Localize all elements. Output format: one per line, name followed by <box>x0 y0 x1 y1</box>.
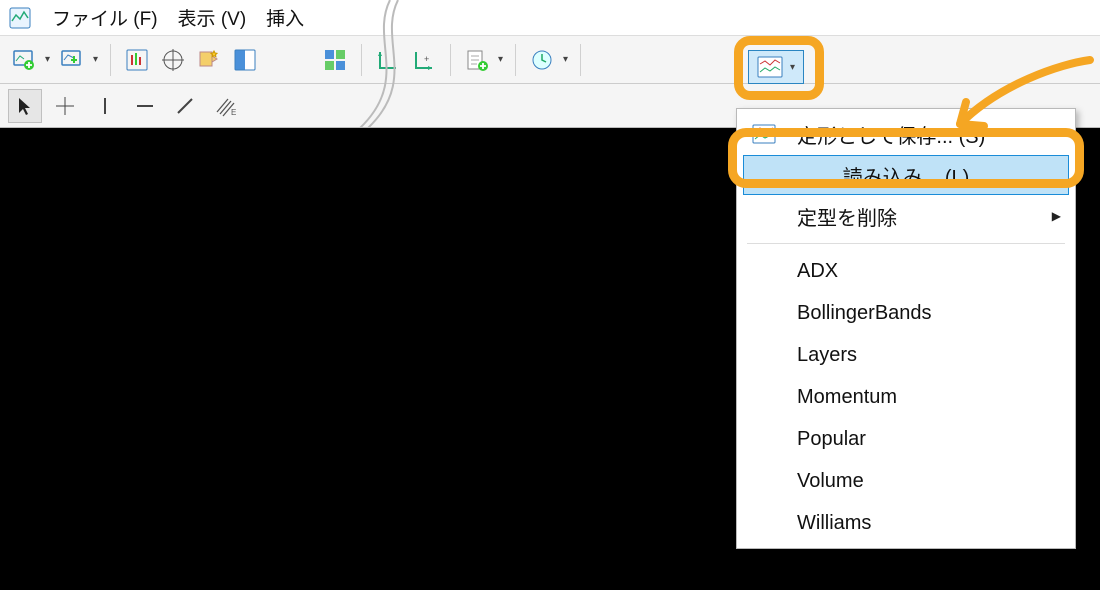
menu-view[interactable]: 表示 (V) <box>178 4 247 31</box>
menu-insert[interactable]: 挿入 <box>266 4 304 31</box>
periodicity-button[interactable] <box>526 44 558 76</box>
axis-left-button[interactable] <box>372 44 404 76</box>
menu-separator <box>747 243 1065 244</box>
menu-load-label: 読み込み... (L) <box>843 161 970 190</box>
menubar: ファイル (F) 表示 (V) 挿入 <box>0 0 1100 36</box>
new-chart-button[interactable] <box>8 44 40 76</box>
separator <box>361 44 362 76</box>
template-item-volume[interactable]: Volume <box>737 460 1075 502</box>
cursor-tool[interactable] <box>8 89 42 123</box>
app-icon <box>8 6 32 30</box>
menu-save-template[interactable]: 定形として保存... (S) <box>737 113 1075 155</box>
submenu-arrow-icon: ▶ <box>1052 209 1061 223</box>
menu-file[interactable]: ファイル (F) <box>52 4 158 31</box>
equidistant-channel-tool[interactable]: E <box>208 89 242 123</box>
separator <box>580 44 581 76</box>
add-indicator-button[interactable] <box>461 44 493 76</box>
menu-delete-template[interactable]: 定型を削除 ▶ <box>737 195 1075 237</box>
template-item-williams[interactable]: Williams <box>737 502 1075 544</box>
template-icon <box>751 121 777 147</box>
menu-delete-label: 定型を削除 <box>797 202 897 231</box>
axis-right-button[interactable]: + <box>408 44 440 76</box>
separator <box>110 44 111 76</box>
separator <box>515 44 516 76</box>
favorites-button[interactable] <box>193 44 225 76</box>
template-dropdown-button[interactable] <box>748 50 804 84</box>
template-item-adx[interactable]: ADX <box>737 250 1075 292</box>
template-menu: 定形として保存... (S) 読み込み... (L) 定型を削除 ▶ ADX B… <box>736 108 1076 549</box>
toolbar: + <box>0 36 1100 84</box>
template-item-popular[interactable]: Popular <box>737 418 1075 460</box>
crosshair-button[interactable] <box>157 44 189 76</box>
separator <box>450 44 451 76</box>
chart-shift-button[interactable] <box>56 44 88 76</box>
horizontal-line-tool[interactable] <box>128 89 162 123</box>
template-item-momentum[interactable]: Momentum <box>737 376 1075 418</box>
svg-text:E: E <box>231 108 236 117</box>
docking-button[interactable] <box>229 44 261 76</box>
menu-load-template[interactable]: 読み込み... (L) <box>743 155 1069 195</box>
vertical-line-tool[interactable] <box>88 89 122 123</box>
trendline-tool[interactable] <box>168 89 202 123</box>
template-item-layers[interactable]: Layers <box>737 334 1075 376</box>
autoscroll-button[interactable] <box>121 44 153 76</box>
menu-save-label: 定形として保存... (S) <box>797 120 985 149</box>
template-item-bollinger[interactable]: BollingerBands <box>737 292 1075 334</box>
crosshair-tool[interactable] <box>48 89 82 123</box>
tile-windows-button[interactable] <box>319 44 351 76</box>
svg-text:+: + <box>424 54 429 64</box>
